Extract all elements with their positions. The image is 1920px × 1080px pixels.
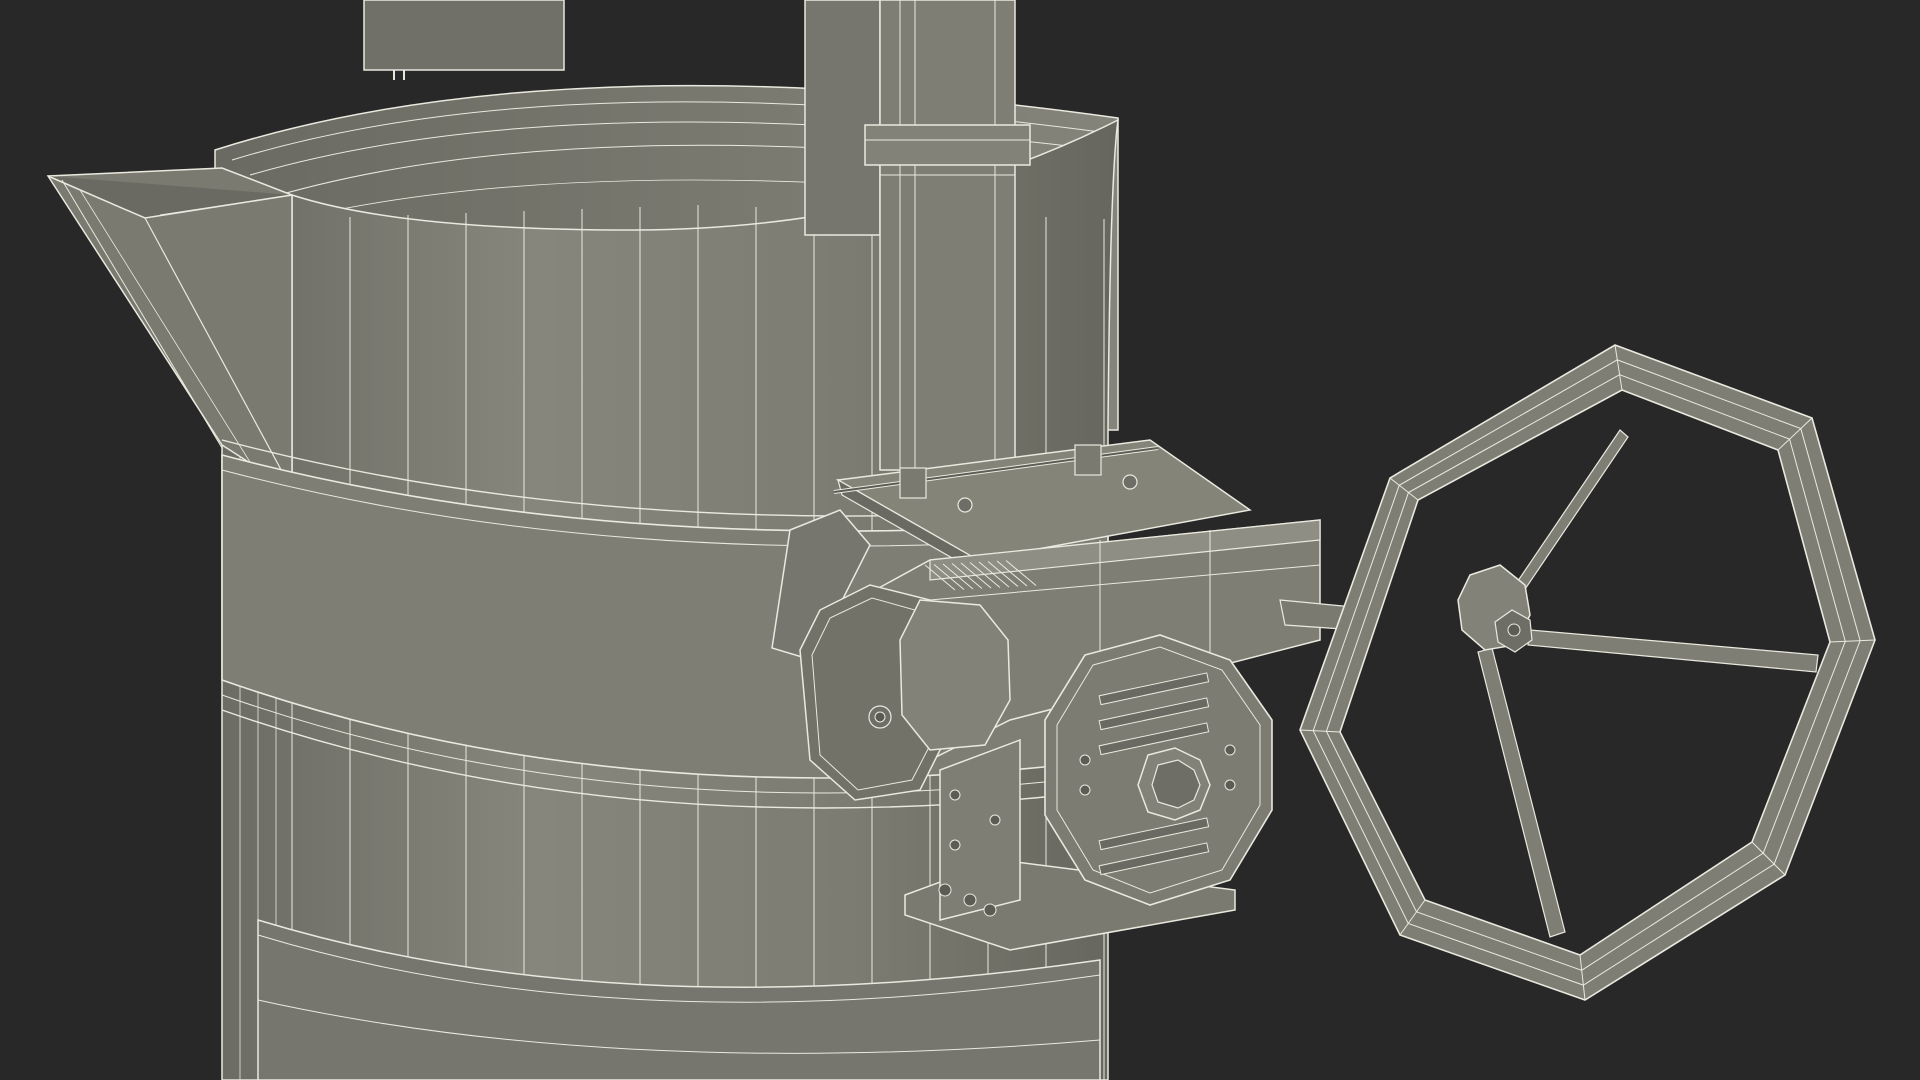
top-sign-plate [363,0,565,80]
handwheel [1279,344,1876,1001]
pouring-spout [46,167,293,492]
cover-bolt [1224,744,1236,756]
gear-cover-plate [1044,634,1273,906]
cover-bolt [1079,784,1091,796]
wireframe-render [46,0,1876,1080]
cover-bolt [1224,779,1236,791]
render-viewport [0,0,1920,1080]
cover-bolt [1079,754,1091,766]
